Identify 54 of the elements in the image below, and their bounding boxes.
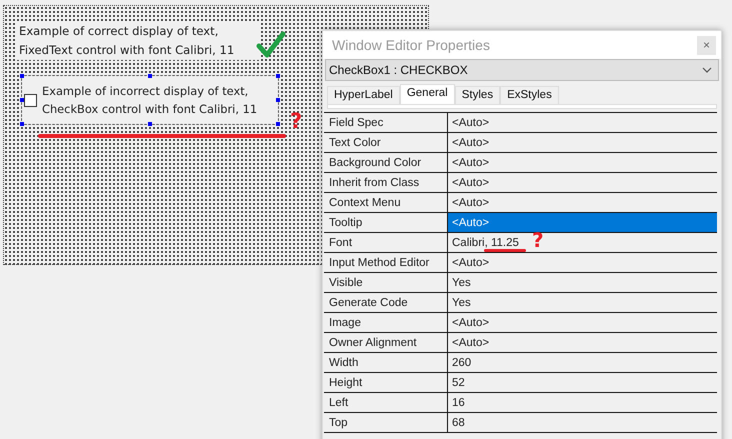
property-name: Inherit from Class bbox=[324, 173, 448, 192]
resize-handle[interactable] bbox=[276, 98, 280, 102]
object-dropdown[interactable]: CheckBox1 : CHECKBOX bbox=[325, 59, 719, 81]
checkmark-icon bbox=[256, 31, 286, 59]
property-name: Font bbox=[324, 233, 448, 252]
resize-handle[interactable] bbox=[20, 98, 24, 102]
property-name: Owner Alignment bbox=[324, 333, 448, 352]
tab[interactable]: Styles bbox=[454, 86, 500, 104]
property-value[interactable]: <Auto> bbox=[448, 253, 717, 272]
resize-handle[interactable] bbox=[148, 74, 152, 78]
property-name: Field Spec bbox=[324, 113, 448, 132]
property-value[interactable]: <Auto> bbox=[448, 333, 717, 352]
tab[interactable]: ExStyles bbox=[500, 86, 559, 104]
property-name: Input Method Editor bbox=[324, 253, 448, 272]
property-name: Visible bbox=[324, 273, 448, 292]
property-value[interactable]: Yes bbox=[448, 293, 717, 312]
tab[interactable]: HyperLabel bbox=[327, 86, 400, 104]
property-value[interactable]: 68 bbox=[448, 413, 717, 432]
property-name: Generate Code bbox=[324, 293, 448, 312]
question-mark: ? bbox=[290, 109, 302, 133]
property-value[interactable]: <Auto> bbox=[448, 153, 717, 172]
resize-handle[interactable] bbox=[276, 122, 280, 126]
property-name: Height bbox=[324, 373, 448, 392]
resize-handle[interactable] bbox=[276, 74, 280, 78]
window-title: Window Editor Properties bbox=[332, 37, 490, 53]
dropdown-value: CheckBox1 : CHECKBOX bbox=[329, 63, 468, 77]
chevron-down-icon bbox=[702, 67, 712, 73]
checkbox[interactable] bbox=[24, 94, 37, 106]
property-value[interactable]: <Auto> bbox=[448, 113, 717, 132]
checkbox-control[interactable]: Example of incorrect display of text, CheckBox control with font Calibri, 11 bbox=[22, 76, 278, 124]
property-value[interactable]: 16 bbox=[448, 393, 717, 412]
property-value[interactable]: 52 bbox=[448, 373, 717, 392]
checkbox-label: Example of incorrect display of text, CheckBox control with font Calibri, 11 bbox=[42, 83, 258, 118]
property-name: Background Color bbox=[324, 153, 448, 172]
property-name: Image bbox=[324, 313, 448, 332]
tab[interactable]: General bbox=[400, 84, 455, 104]
close-button[interactable]: × bbox=[697, 36, 716, 54]
property-name: Width bbox=[324, 353, 448, 372]
property-value[interactable]: <Auto> bbox=[448, 313, 717, 332]
property-value[interactable]: <Auto> bbox=[448, 213, 717, 232]
fixed-text: Example of correct display of text, FixedText control with font Calibri, 11 bbox=[17, 22, 259, 60]
property-value[interactable]: <Auto> bbox=[448, 193, 717, 212]
resize-handle[interactable] bbox=[20, 122, 24, 126]
underline-mark bbox=[484, 249, 526, 252]
property-value[interactable]: Yes bbox=[448, 273, 717, 292]
resize-handle[interactable] bbox=[148, 122, 152, 126]
property-name: Text Color bbox=[324, 133, 448, 152]
property-name: Top bbox=[324, 413, 448, 432]
property-value[interactable]: <Auto> bbox=[448, 173, 717, 192]
property-name: Context Menu bbox=[324, 193, 448, 212]
resize-handle[interactable] bbox=[20, 74, 24, 78]
property-value[interactable]: <Auto> bbox=[448, 133, 717, 152]
property-name: Left bbox=[324, 393, 448, 412]
property-value[interactable]: 260 bbox=[448, 353, 717, 372]
